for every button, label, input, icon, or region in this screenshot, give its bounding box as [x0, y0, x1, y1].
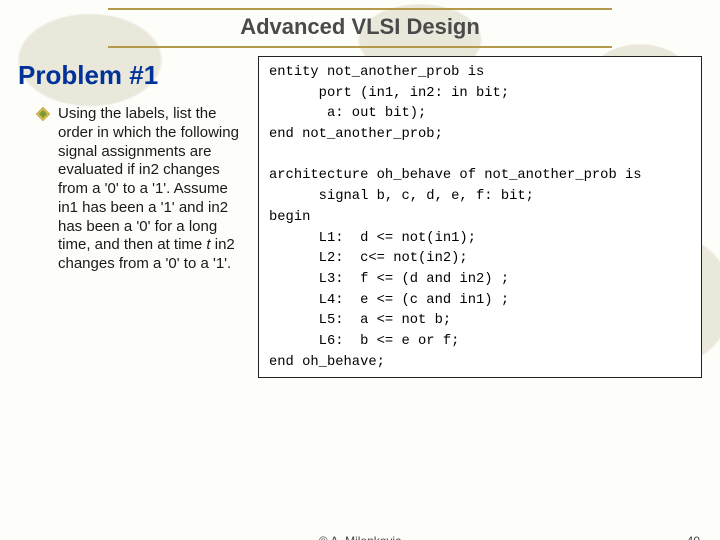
- bullet-part1: Using the labels, list the order in whic…: [58, 105, 239, 253]
- code-listing: entity not_another_prob is port (in1, in…: [258, 56, 702, 378]
- problem-heading: Problem #1: [18, 60, 248, 91]
- left-column: Problem #1 Using the labels, list the or…: [18, 56, 248, 378]
- bullet-text: Using the labels, list the order in whic…: [58, 105, 248, 274]
- footer-page-number: 40: [687, 534, 700, 540]
- content-row: Problem #1 Using the labels, list the or…: [18, 56, 702, 378]
- slide-content: Advanced VLSI Design Problem #1 Using th…: [0, 0, 720, 540]
- diamond-bullet-icon: [36, 107, 50, 121]
- title-bar: Advanced VLSI Design: [108, 8, 612, 48]
- footer-author: © A. Milenkovic: [319, 534, 401, 540]
- slide-title: Advanced VLSI Design: [108, 14, 612, 40]
- bullet-item: Using the labels, list the order in whic…: [18, 105, 248, 274]
